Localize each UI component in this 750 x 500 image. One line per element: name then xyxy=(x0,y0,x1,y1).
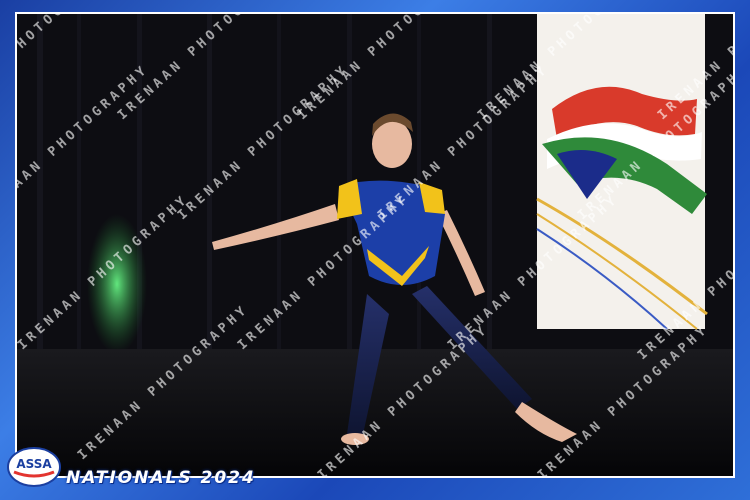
flag-banner xyxy=(536,14,708,330)
logo-text: ASSA xyxy=(16,457,52,471)
green-stage-light xyxy=(87,214,147,354)
event-photo xyxy=(15,12,735,478)
assa-logo: ASSA xyxy=(6,446,62,488)
event-caption: NATIONALS 2024 xyxy=(66,468,256,488)
photo-scene xyxy=(17,14,733,476)
